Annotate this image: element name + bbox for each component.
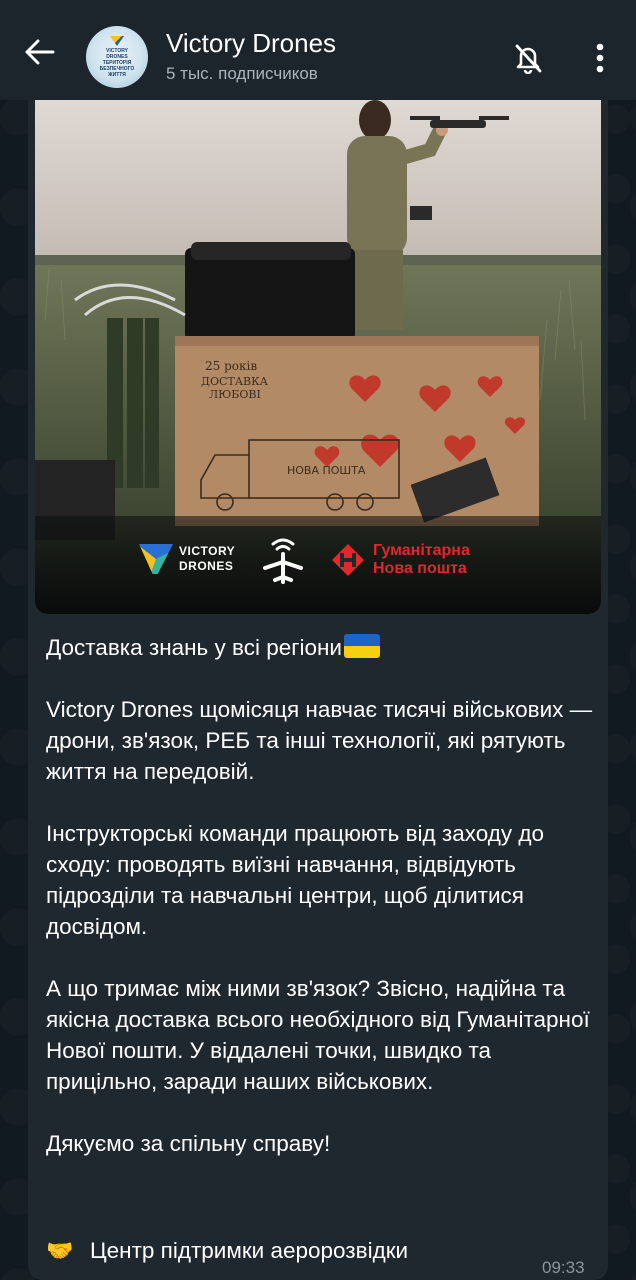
channel-avatar[interactable]: VICTORY DRONES ТЕРИТОРІЯ БЕЗПЕЧНОГО ЖИТТ…	[86, 26, 148, 88]
message-photo[interactable]: 25 років ДОСТАВКА ЛЮБОВІ НОВА ПОШТА VICT…	[35, 100, 601, 614]
box-text-1: 25 років	[205, 359, 257, 373]
more-options-button[interactable]	[578, 36, 622, 80]
victory-drones-logo: VICTORY DRONES	[139, 544, 235, 574]
np-logo-line1: Гуманітарна	[373, 542, 470, 559]
box-text-3: ЛЮБОВІ	[209, 388, 261, 401]
partner-logos-strip: VICTORY DRONES Гуманітарна Нова пошта	[35, 516, 601, 614]
message-paragraph-3: А що тримає між ними зв'язок? Звісно, на…	[46, 976, 590, 1094]
message-paragraph-4: Дякуємо за спільну справу!	[46, 1131, 331, 1156]
handshake-icon: 🤝	[46, 1238, 74, 1263]
avatar-text: VICTORY DRONES ТЕРИТОРІЯ БЕЗПЕЧНОГО ЖИТТ…	[99, 48, 135, 78]
ukraine-flag-icon	[343, 634, 380, 658]
nova-poshta-logo: Гуманітарна Нова пошта	[331, 542, 470, 578]
vd-logo-line2: DRONES	[179, 559, 234, 573]
message-paragraph-2: Інструкторські команди працюють від захо…	[46, 821, 545, 939]
vd-logo-line1: VICTORY	[179, 544, 236, 558]
nova-poshta-mark-icon	[332, 544, 364, 576]
notifications-off-icon	[515, 44, 542, 74]
message-time: 09:33	[542, 1258, 585, 1277]
back-button[interactable]	[18, 30, 62, 74]
avatar-logo-mark	[110, 36, 124, 46]
more-vertical-icon	[596, 43, 604, 73]
message-title: Доставка знань у всі регіони	[46, 635, 342, 660]
message-paragraph-1: Victory Drones щомісяця навчає тисячі ві…	[46, 697, 593, 784]
channel-title[interactable]: Victory Drones	[166, 28, 336, 59]
victory-drones-mark-icon	[139, 544, 173, 574]
message-title-line: Доставка знань у всі регіони	[46, 632, 598, 663]
mute-button[interactable]	[506, 36, 550, 80]
box-text-2: ДОСТАВКА	[201, 375, 269, 388]
back-arrow-icon	[25, 39, 55, 65]
signature-text: Центр підтримки аеророзвідки	[90, 1238, 409, 1263]
chat-header: VICTORY DRONES ТЕРИТОРІЯ БЕЗПЕЧНОГО ЖИТТ…	[0, 0, 636, 100]
message-text: Доставка знань у всі регіони Victory Dro…	[46, 632, 598, 1159]
subscriber-count: 5 тыс. подписчиков	[166, 64, 318, 83]
message-signature: 🤝 Центр підтримки аеророзвідки	[46, 1238, 408, 1264]
equipment-case	[185, 242, 355, 340]
np-logo-line2: Нова пошта	[373, 560, 467, 577]
truck-text: НОВА ПОШТА	[287, 464, 366, 477]
airplane-wifi-icon	[263, 538, 303, 584]
